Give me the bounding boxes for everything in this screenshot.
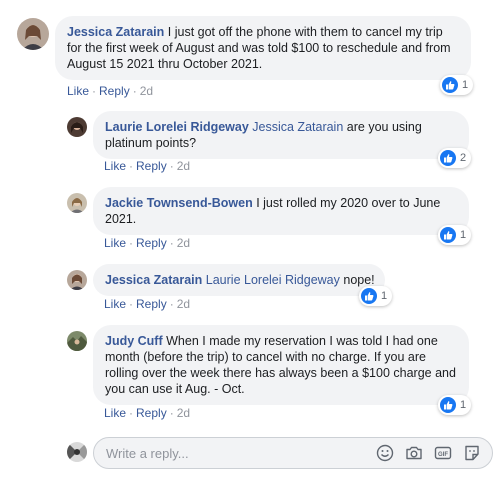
avatar[interactable] bbox=[67, 331, 87, 351]
comment-actions: Like · Reply · 2d bbox=[104, 159, 191, 173]
svg-text:GIF: GIF bbox=[438, 452, 448, 458]
comment-bubble: Judy Cuff When I made my reservation I w… bbox=[93, 325, 469, 405]
avatar[interactable] bbox=[67, 270, 87, 290]
thumbs-up-icon bbox=[440, 227, 456, 243]
comment-bubble: Jackie Townsend-Bowen I just rolled my 2… bbox=[93, 187, 469, 235]
comment-text: nope! bbox=[343, 273, 375, 287]
emoji-icon[interactable] bbox=[375, 443, 395, 463]
composer-tools: GIF bbox=[375, 443, 482, 463]
like-link[interactable]: Like bbox=[104, 297, 126, 311]
like-link[interactable]: Like bbox=[104, 159, 126, 173]
avatar[interactable] bbox=[67, 193, 87, 213]
reaction-count: 1 bbox=[460, 229, 467, 241]
timestamp[interactable]: 2d bbox=[177, 159, 190, 173]
camera-icon[interactable] bbox=[404, 443, 424, 463]
like-link[interactable]: Like bbox=[104, 236, 126, 250]
comment-author[interactable]: Laurie Lorelei Ridgeway bbox=[105, 120, 249, 134]
reaction-count: 1 bbox=[460, 399, 467, 411]
timestamp[interactable]: 2d bbox=[140, 84, 153, 98]
reply-link[interactable]: Reply bbox=[99, 84, 130, 98]
reply-link[interactable]: Reply bbox=[136, 297, 167, 311]
comment-author[interactable]: Judy Cuff bbox=[105, 334, 163, 348]
like-link[interactable]: Like bbox=[104, 406, 126, 420]
comment-actions: Like · Reply · 2d bbox=[67, 84, 154, 98]
reply-input[interactable] bbox=[106, 445, 375, 461]
mention-link[interactable]: Laurie Lorelei Ridgeway bbox=[206, 273, 340, 287]
reaction-count: 2 bbox=[460, 152, 467, 164]
comment-bubble: Laurie Lorelei Ridgeway Jessica Zatarain… bbox=[93, 111, 469, 159]
reaction-badge[interactable]: 1 bbox=[359, 286, 393, 306]
thumbs-up-icon bbox=[440, 397, 456, 413]
comment-author[interactable]: Jessica Zatarain bbox=[67, 25, 164, 39]
thumbs-up-icon bbox=[442, 77, 458, 93]
reply-link[interactable]: Reply bbox=[136, 406, 167, 420]
comment-bubble: Jessica Zatarain Laurie Lorelei Ridgeway… bbox=[93, 264, 385, 296]
timestamp[interactable]: 2d bbox=[177, 406, 190, 420]
avatar[interactable] bbox=[17, 18, 49, 50]
sticker-icon[interactable] bbox=[462, 443, 482, 463]
reaction-badge[interactable]: 1 bbox=[438, 395, 472, 415]
reaction-badge[interactable]: 1 bbox=[438, 225, 472, 245]
comment-author[interactable]: Jackie Townsend-Bowen bbox=[105, 196, 253, 210]
reaction-badge[interactable]: 2 bbox=[438, 148, 472, 168]
mention-link[interactable]: Jessica Zatarain bbox=[252, 120, 343, 134]
comment-author[interactable]: Jessica Zatarain bbox=[105, 273, 202, 287]
timestamp[interactable]: 2d bbox=[177, 297, 190, 311]
comment-bubble: Jessica Zatarain I just got off the phon… bbox=[55, 16, 471, 80]
comment-actions: Like · Reply · 2d bbox=[104, 236, 191, 250]
gif-icon[interactable]: GIF bbox=[433, 443, 453, 463]
thumbs-up-icon bbox=[440, 150, 456, 166]
reaction-count: 1 bbox=[381, 290, 388, 302]
thumbs-up-icon bbox=[361, 288, 377, 304]
reaction-badge[interactable]: 1 bbox=[440, 75, 474, 95]
avatar[interactable] bbox=[67, 117, 87, 137]
reaction-count: 1 bbox=[462, 79, 469, 91]
timestamp[interactable]: 2d bbox=[177, 236, 190, 250]
comment-actions: Like · Reply · 2d bbox=[104, 297, 191, 311]
reply-link[interactable]: Reply bbox=[136, 236, 167, 250]
reply-link[interactable]: Reply bbox=[136, 159, 167, 173]
current-user-avatar bbox=[67, 442, 87, 462]
reply-composer: GIF bbox=[93, 437, 493, 469]
like-link[interactable]: Like bbox=[67, 84, 89, 98]
comment-actions: Like · Reply · 2d bbox=[104, 406, 191, 420]
